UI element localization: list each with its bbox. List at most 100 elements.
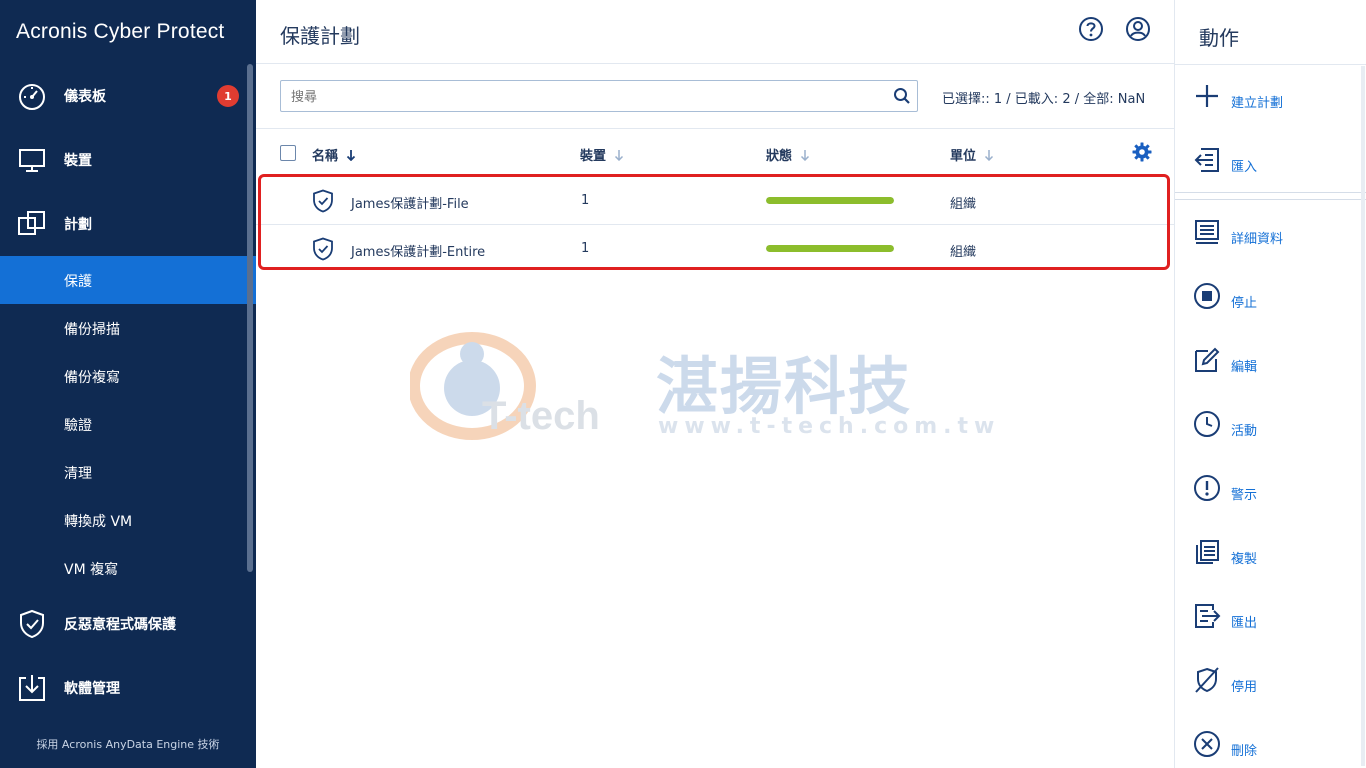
sidebar-item-label: 轉換成 VM xyxy=(64,514,133,530)
status-progress-bar xyxy=(766,245,894,252)
sidebar: Acronis Cyber Protect 儀表板 1 裝置 計劃 保護 備份掃… xyxy=(0,0,256,768)
sidebar-item-label: 保護 xyxy=(64,274,92,290)
edit-button[interactable]: 編輯 xyxy=(1175,334,1361,390)
table-row[interactable]: James保護計劃-File 1 組織 xyxy=(256,177,1174,225)
account-icon[interactable] xyxy=(1125,16,1151,42)
clock-icon xyxy=(1194,411,1220,437)
download-box-icon xyxy=(19,675,45,701)
edit-icon xyxy=(1195,347,1220,372)
shield-icon xyxy=(313,189,333,213)
alert-icon xyxy=(1194,475,1220,501)
divider xyxy=(1175,192,1366,200)
shield-icon xyxy=(313,237,333,261)
action-label: 複製 xyxy=(1231,552,1258,567)
clone-button[interactable]: 複製 xyxy=(1175,526,1361,582)
import-button[interactable]: 匯入 xyxy=(1175,134,1361,190)
column-header-status[interactable]: 狀態 xyxy=(766,145,810,164)
selection-count: 已選擇:: 1 / 已載入: 2 / 全部: NaN xyxy=(942,92,1146,107)
progress-fill xyxy=(766,245,894,252)
nav-item-software-management[interactable]: 軟體管理 xyxy=(0,664,256,712)
gear-icon[interactable] xyxy=(1132,142,1152,162)
sort-down-icon xyxy=(346,149,356,161)
create-plan-button[interactable]: 建立計劃 xyxy=(1175,70,1361,126)
import-icon xyxy=(1194,148,1219,172)
plans-icon xyxy=(18,211,45,235)
column-header-name[interactable]: 名稱 xyxy=(312,145,356,164)
action-label: 警示 xyxy=(1231,488,1258,503)
details-button[interactable]: 詳細資料 xyxy=(1175,206,1361,262)
nav-item-plans[interactable]: 計劃 xyxy=(0,200,256,248)
table-header: 名稱 裝置 狀態 單位 xyxy=(256,128,1174,176)
action-label: 停用 xyxy=(1231,680,1258,695)
shield-icon xyxy=(20,609,44,639)
sort-icon xyxy=(800,149,810,161)
gauge-icon xyxy=(19,84,45,110)
alerts-button[interactable]: 警示 xyxy=(1175,462,1361,518)
help-icon[interactable] xyxy=(1078,16,1104,42)
progress-fill xyxy=(766,197,894,204)
sidebar-item-label: 備份掃描 xyxy=(64,322,120,338)
action-label: 活動 xyxy=(1231,424,1258,439)
delete-button[interactable]: 刪除 xyxy=(1175,718,1361,768)
action-label: 詳細資料 xyxy=(1231,232,1284,247)
action-label: 編輯 xyxy=(1231,360,1258,375)
actions-scrollbar[interactable] xyxy=(1361,66,1365,766)
actions-title: 動作 xyxy=(1199,26,1239,50)
search-icon[interactable] xyxy=(893,87,911,105)
sort-icon xyxy=(984,149,994,161)
action-label: 建立計劃 xyxy=(1231,96,1284,111)
table-row[interactable]: James保護計劃-Entire 1 組織 xyxy=(256,225,1174,273)
nav-label-plans: 計劃 xyxy=(64,217,92,233)
sidebar-item-label: 清理 xyxy=(64,466,92,482)
nav-item-dashboard[interactable]: 儀表板 1 xyxy=(0,72,256,120)
brand-primary: Acronis xyxy=(16,20,88,43)
sidebar-item-convert-to-vm[interactable]: 轉換成 VM xyxy=(0,496,256,544)
action-label: 匯入 xyxy=(1231,160,1258,175)
copy-icon xyxy=(1196,540,1219,564)
nav-label-antimalware: 反惡意程式碼保護 xyxy=(64,617,176,633)
top-bar: 保護計劃 xyxy=(256,0,1174,64)
unit-cell: 組織 xyxy=(950,197,977,212)
sidebar-item-backup-replication[interactable]: 備份複寫 xyxy=(0,352,256,400)
column-label: 狀態 xyxy=(766,149,793,164)
search-input[interactable] xyxy=(289,85,883,109)
plan-name[interactable]: James保護計劃-File xyxy=(351,193,469,212)
brand-secondary: Cyber Protect xyxy=(93,20,225,43)
status-progress-bar xyxy=(766,197,894,204)
column-header-devices[interactable]: 裝置 xyxy=(580,145,624,164)
sidebar-item-validation[interactable]: 驗證 xyxy=(0,400,256,448)
export-button[interactable]: 匯出 xyxy=(1175,590,1361,646)
monitor-icon xyxy=(19,149,45,172)
sidebar-item-label: VM 複寫 xyxy=(64,562,119,578)
sidebar-item-cleanup[interactable]: 清理 xyxy=(0,448,256,496)
sidebar-item-label: 驗證 xyxy=(64,418,92,434)
plan-name[interactable]: James保護計劃-Entire xyxy=(351,241,485,260)
unit-cell: 組織 xyxy=(950,245,977,260)
sidebar-item-protection[interactable]: 保護 xyxy=(0,256,256,304)
nav-item-devices[interactable]: 裝置 xyxy=(0,136,256,184)
export-icon xyxy=(1195,604,1221,628)
search-box xyxy=(280,80,918,112)
nav-label-software-management: 軟體管理 xyxy=(64,681,120,697)
sidebar-item-vm-replication[interactable]: VM 複寫 xyxy=(0,544,256,592)
nav-item-antimalware[interactable]: 反惡意程式碼保護 xyxy=(0,600,256,648)
activities-button[interactable]: 活動 xyxy=(1175,398,1361,454)
watermark-brand: T-tech xyxy=(482,394,600,438)
stop-icon xyxy=(1194,283,1220,309)
column-label: 名稱 xyxy=(312,149,339,164)
actions-panel: 動作 建立計劃 匯入 詳細資料 停止 編輯 活動 警示 複製 匯出 停用 刪除 xyxy=(1174,0,1366,768)
select-all-checkbox[interactable] xyxy=(280,145,296,161)
plus-icon xyxy=(1196,85,1218,107)
column-label: 單位 xyxy=(950,149,977,164)
disable-button[interactable]: 停用 xyxy=(1175,654,1361,710)
watermark-url: www.t-tech.com.tw xyxy=(658,414,1001,439)
column-header-unit[interactable]: 單位 xyxy=(950,145,994,164)
disable-shield-icon xyxy=(1195,667,1219,693)
watermark: T-tech 湛揚科技 www.t-tech.com.tw xyxy=(410,326,994,446)
sidebar-item-backup-scanning[interactable]: 備份掃描 xyxy=(0,304,256,352)
action-label: 刪除 xyxy=(1231,744,1258,759)
nav-label-dashboard: 儀表板 xyxy=(64,89,106,105)
stop-button[interactable]: 停止 xyxy=(1175,270,1361,326)
sidebar-scrollbar[interactable] xyxy=(247,64,253,572)
device-count: 1 xyxy=(581,193,590,208)
